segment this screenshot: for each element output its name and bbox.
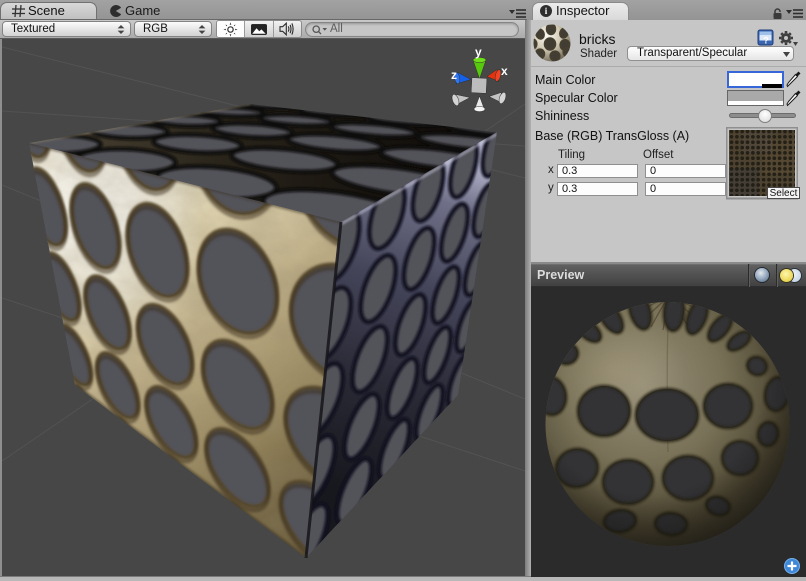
svg-text:x: x [501, 64, 508, 78]
svg-text:?: ? [763, 36, 769, 46]
svg-text:y: y [475, 45, 482, 59]
svg-text:z: z [451, 68, 457, 82]
